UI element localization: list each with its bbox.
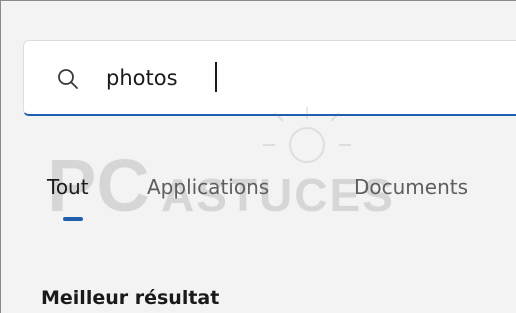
search-input[interactable] (106, 61, 486, 95)
tab-applications[interactable]: Applications (147, 173, 269, 201)
tab-documents[interactable]: Documents (354, 173, 468, 201)
tab-all[interactable]: Tout (47, 173, 89, 201)
best-result-heading: Meilleur résultat (41, 287, 220, 309)
text-caret (215, 62, 217, 92)
active-tab-indicator (63, 217, 83, 221)
search-box[interactable] (23, 40, 516, 116)
filter-tabs: Tout Applications Documents (47, 173, 516, 233)
search-icon (58, 69, 78, 89)
search-panel: PC ASTUCES Tout Applications Documents M… (0, 0, 516, 313)
